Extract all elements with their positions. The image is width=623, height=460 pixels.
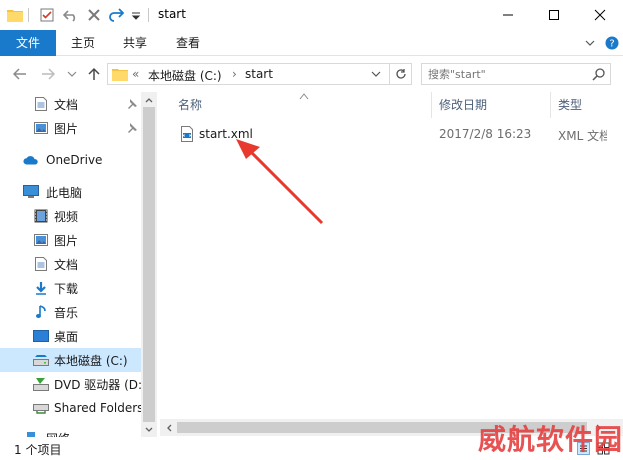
nav-item-this-pc[interactable]: 此电脑	[0, 180, 141, 204]
pin-icon[interactable]	[125, 97, 139, 111]
nav-item-quick-pictures[interactable]: 图片	[0, 116, 141, 140]
xml-file-icon	[181, 126, 193, 142]
window-title: start	[158, 7, 186, 21]
close-button[interactable]	[577, 0, 623, 30]
file-date: 2017/2/8 16:23	[439, 127, 532, 141]
navigation-pane-scrollbar[interactable]	[141, 92, 157, 437]
title-bar: start	[0, 0, 623, 30]
picture-icon	[33, 232, 49, 248]
document-icon	[33, 256, 49, 272]
nav-item-music[interactable]: 音乐	[0, 300, 141, 324]
properties-icon[interactable]	[38, 6, 56, 24]
help-icon[interactable]: ?	[604, 35, 620, 51]
nav-item-quick-documents[interactable]: 文档	[0, 92, 141, 116]
file-list-vertical-scrollbar[interactable]	[607, 92, 623, 419]
navigation-pane: 文档 图片 OneDrive 此电脑 视频 图片 文档 下载 音乐 桌面 本地磁…	[0, 92, 157, 437]
nav-item-dvd-drive[interactable]: DVD 驱动器 (D:	[0, 372, 142, 396]
nav-item-videos[interactable]: 视频	[0, 204, 141, 228]
network-icon	[23, 430, 39, 437]
item-count: 1 个项目	[14, 443, 62, 457]
navigation-bar: « 本地磁盘 (C:) › start	[0, 56, 623, 92]
pin-icon[interactable]	[125, 121, 139, 135]
scroll-up-icon[interactable]	[141, 92, 157, 107]
undo-icon[interactable]	[62, 6, 80, 24]
watermark: 威航软件园	[478, 423, 623, 456]
picture-icon	[33, 120, 49, 136]
scroll-left-icon[interactable]	[160, 419, 177, 436]
search-box[interactable]	[421, 63, 611, 85]
nav-item-local-disk-c[interactable]: 本地磁盘 (C:)	[0, 348, 141, 372]
recent-locations-icon[interactable]	[63, 65, 81, 83]
file-type: XML 文档	[558, 129, 612, 143]
column-header-name[interactable]: 名称	[178, 92, 202, 118]
tab-home[interactable]: 主页	[57, 30, 109, 56]
nav-item-downloads[interactable]: 下载	[0, 276, 141, 300]
tab-file[interactable]: 文件	[0, 30, 56, 56]
document-icon	[33, 96, 49, 112]
breadcrumb-separator-icon: ›	[232, 67, 237, 81]
nav-item-onedrive[interactable]: OneDrive	[0, 148, 141, 172]
nav-item-shared-folders[interactable]: Shared Folders	[0, 396, 143, 420]
breadcrumb-overflow[interactable]: «	[132, 67, 139, 81]
address-bar[interactable]: « 本地磁盘 (C:) › start	[107, 63, 412, 85]
nav-item-documents[interactable]: 文档	[0, 252, 141, 276]
tab-view[interactable]: 查看	[162, 30, 214, 56]
folder-icon	[112, 69, 128, 81]
minimize-button[interactable]	[485, 0, 531, 30]
local-disk-icon	[33, 352, 49, 368]
this-pc-icon	[23, 184, 39, 200]
maximize-button[interactable]	[531, 0, 577, 30]
address-history-icon[interactable]	[365, 64, 387, 84]
annotation-arrow-icon	[236, 139, 324, 225]
shared-folders-icon	[33, 400, 49, 416]
ribbon-tabs: 文件 主页 共享 查看 ?	[0, 30, 623, 56]
column-header-type[interactable]: 类型	[558, 92, 582, 118]
redo-icon[interactable]	[107, 6, 125, 24]
scroll-thumb[interactable]	[143, 107, 155, 422]
breadcrumb-local-disk[interactable]: 本地磁盘 (C:)	[148, 67, 222, 84]
folder-icon	[6, 6, 24, 24]
forward-button[interactable]	[39, 65, 57, 83]
video-icon	[33, 208, 49, 224]
desktop-icon	[33, 328, 49, 344]
nav-item-desktop[interactable]: 桌面	[0, 324, 141, 348]
breadcrumb-start[interactable]: start	[245, 67, 273, 81]
customize-toolbar-icon[interactable]	[127, 6, 145, 24]
onedrive-cloud-icon	[23, 152, 39, 168]
search-icon[interactable]	[592, 67, 606, 81]
refresh-icon	[395, 69, 406, 79]
column-header-date[interactable]: 修改日期	[439, 92, 487, 118]
back-button[interactable]	[11, 65, 29, 83]
dvd-drive-icon	[33, 376, 49, 392]
sort-ascending-icon	[299, 93, 309, 100]
svg-text:?: ?	[609, 39, 614, 50]
delete-icon[interactable]	[85, 6, 103, 24]
music-icon	[33, 304, 49, 320]
tab-share[interactable]: 共享	[109, 30, 161, 56]
refresh-button[interactable]	[389, 64, 411, 84]
nav-item-network[interactable]: 网络	[0, 426, 141, 437]
search-input[interactable]	[428, 66, 578, 82]
nav-item-pictures[interactable]: 图片	[0, 228, 141, 252]
scroll-down-icon[interactable]	[141, 422, 157, 437]
expand-ribbon-icon[interactable]	[582, 35, 598, 51]
download-icon	[33, 280, 49, 296]
up-button[interactable]	[85, 65, 103, 83]
